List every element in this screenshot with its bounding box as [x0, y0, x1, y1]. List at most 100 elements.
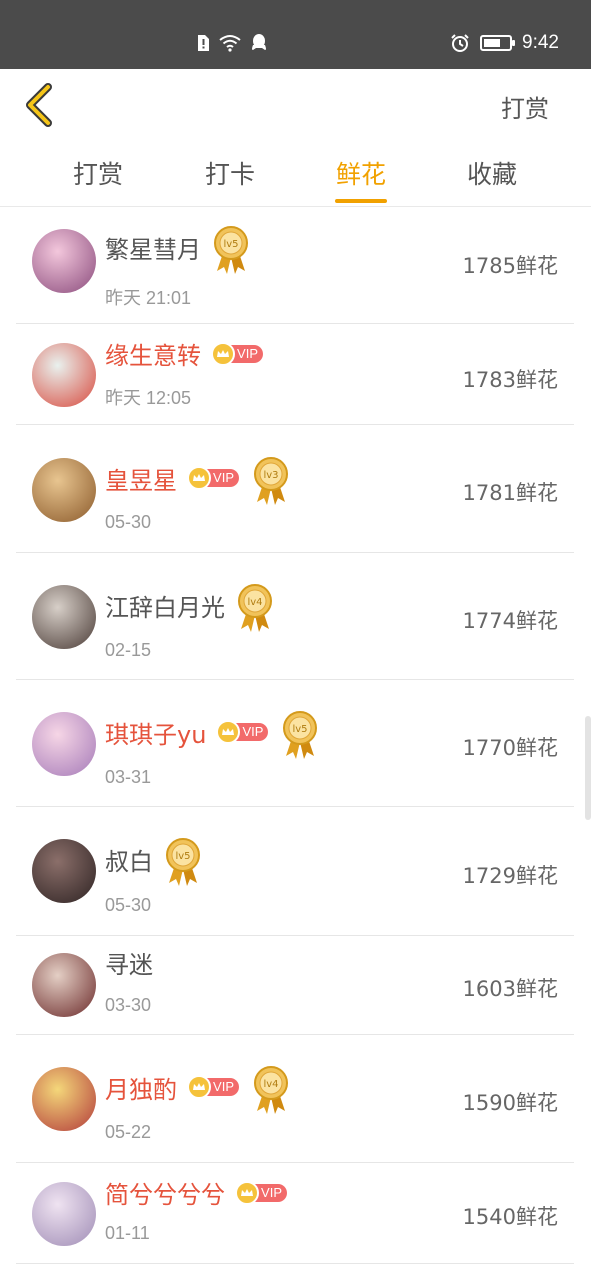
svg-text:lv3: lv3: [263, 470, 278, 481]
svg-text:lv5: lv5: [293, 724, 308, 735]
reward-header-button[interactable]: 打赏: [501, 89, 549, 124]
status-bar: 9:42: [0, 0, 591, 69]
avatar[interactable]: [32, 585, 96, 649]
user-name[interactable]: 缘生意转: [105, 336, 201, 371]
list-item[interactable]: 缘生意转 VIP 昨天 12:05 1783鲜花: [16, 324, 574, 425]
level-medal-icon: lv4: [251, 1065, 291, 1115]
list-item[interactable]: 寻迷 03-30 1603鲜花: [16, 936, 574, 1035]
user-name[interactable]: 江辞白月光: [105, 588, 225, 623]
flower-count: 1781鲜花: [462, 481, 558, 505]
level-medal-icon: lv3: [251, 456, 291, 506]
back-button[interactable]: [22, 83, 58, 127]
name-line: 寻迷: [105, 945, 153, 980]
header: 打赏: [0, 69, 591, 141]
vip-badge: VIP: [187, 466, 241, 490]
name-line: 叔白 lv5: [105, 831, 203, 887]
tab-label: 鲜花: [335, 160, 386, 189]
avatar[interactable]: [32, 1067, 96, 1131]
vip-badge: VIP: [211, 341, 265, 366]
crown-icon: [235, 1180, 259, 1205]
active-tab-indicator: [335, 199, 387, 203]
crown-icon: [216, 720, 241, 744]
svg-text:lv5: lv5: [223, 239, 238, 250]
status-icons-center: [196, 32, 268, 54]
user-name[interactable]: 琪琪子yu: [105, 715, 206, 750]
avatar[interactable]: [32, 343, 96, 407]
avatar[interactable]: [32, 1182, 96, 1246]
avatar[interactable]: [32, 839, 96, 903]
name-line: 江辞白月光 lv4: [105, 577, 275, 633]
flower-count: 1729鲜花: [462, 864, 558, 888]
timestamp: 05-30: [105, 895, 152, 915]
list-item[interactable]: 简兮兮兮兮 VIP 01-11 1540鲜花: [16, 1163, 574, 1264]
avatar[interactable]: [32, 712, 96, 776]
user-name[interactable]: 简兮兮兮兮: [105, 1175, 225, 1210]
level-medal-icon: lv5: [163, 837, 203, 887]
timestamp: 昨天 12:05: [105, 388, 192, 408]
crown-icon: [211, 341, 235, 366]
timestamp: 03-30: [105, 995, 152, 1015]
vip-badge: VIP: [187, 1075, 241, 1099]
flower-count: 1770鲜花: [462, 736, 558, 760]
user-name[interactable]: 寻迷: [105, 945, 153, 980]
tab-bar: 打赏 打卡 鲜花 收藏: [0, 141, 591, 207]
timestamp: 01-11: [105, 1223, 150, 1243]
tab-reward[interactable]: 打赏: [38, 155, 158, 205]
flower-count: 1590鲜花: [462, 1091, 558, 1115]
timestamp: 02-15: [105, 640, 152, 660]
crown-icon: [187, 1075, 211, 1099]
flower-count: 1540鲜花: [462, 1205, 558, 1229]
alarm-icon: [451, 34, 469, 52]
user-name[interactable]: 皇昱星: [105, 461, 177, 496]
battery-icon: [480, 35, 516, 51]
tab-flowers[interactable]: 鲜花: [301, 155, 421, 205]
vip-badge: VIP: [235, 1180, 289, 1205]
svg-text:lv4: lv4: [263, 1079, 278, 1090]
crown-icon: [187, 466, 211, 490]
level-medal-icon: lv4: [235, 583, 275, 633]
user-name[interactable]: 叔白: [105, 842, 153, 877]
svg-text:lv4: lv4: [247, 597, 262, 608]
tab-checkin[interactable]: 打卡: [170, 155, 290, 205]
user-name[interactable]: 月独酌: [105, 1070, 177, 1105]
timestamp: 05-30: [105, 512, 152, 532]
tab-favorites[interactable]: 收藏: [432, 155, 552, 205]
list-item[interactable]: 江辞白月光 lv4 02-15 1774鲜花: [16, 553, 574, 680]
level-medal-icon: lv5: [211, 225, 251, 275]
sim-alert-icon: [198, 35, 209, 51]
wifi-icon: [219, 35, 241, 52]
list-item[interactable]: 叔白 lv5 05-30 1729鲜花: [16, 807, 574, 936]
timestamp: 03-31: [105, 767, 152, 787]
avatar[interactable]: [32, 953, 96, 1017]
tab-label: 打卡: [204, 160, 255, 189]
svg-text:lv5: lv5: [175, 851, 190, 862]
battery-level: [484, 39, 501, 47]
flower-count: 1603鲜花: [462, 977, 558, 1001]
avatar[interactable]: [32, 458, 96, 522]
flower-ranking-list: 繁星彗月 lv5 昨天 21:01 1785鲜花缘生意转 VIP 昨天 12:05 17…: [16, 207, 574, 1264]
flower-count: 1785鲜花: [462, 254, 558, 278]
list-item[interactable]: 琪琪子yu VIP lv5 03-31 1770鲜花: [16, 680, 574, 807]
name-line: 琪琪子yu VIP lv5: [105, 704, 320, 760]
timestamp: 05-22: [105, 1122, 152, 1142]
list-item[interactable]: 月独酌 VIP lv4 05-22 1590鲜花: [16, 1035, 574, 1163]
name-line: 简兮兮兮兮 VIP: [105, 1175, 289, 1210]
list-item[interactable]: 皇昱星 VIP lv3 05-30 1781鲜花: [16, 425, 574, 553]
name-line: 缘生意转 VIP: [105, 336, 265, 371]
flower-count: 1783鲜花: [462, 368, 558, 392]
user-name[interactable]: 繁星彗月: [105, 230, 201, 265]
chevron-left-icon: [26, 83, 52, 127]
level-medal-icon: lv5: [280, 710, 320, 760]
vip-badge: VIP: [216, 720, 270, 744]
name-line: 皇昱星 VIP lv3: [105, 450, 291, 506]
name-line: 月独酌 VIP lv4: [105, 1059, 291, 1115]
status-icons-right: 9:42: [450, 30, 559, 56]
tab-label: 打赏: [72, 160, 123, 189]
status-time: 9:42: [522, 32, 559, 53]
scrollbar[interactable]: [585, 716, 591, 820]
tab-label: 收藏: [466, 160, 517, 189]
list-item[interactable]: 繁星彗月 lv5 昨天 21:01 1785鲜花: [16, 207, 574, 324]
timestamp: 昨天 21:01: [105, 288, 192, 308]
avatar[interactable]: [32, 229, 96, 293]
flower-count: 1774鲜花: [462, 609, 558, 633]
